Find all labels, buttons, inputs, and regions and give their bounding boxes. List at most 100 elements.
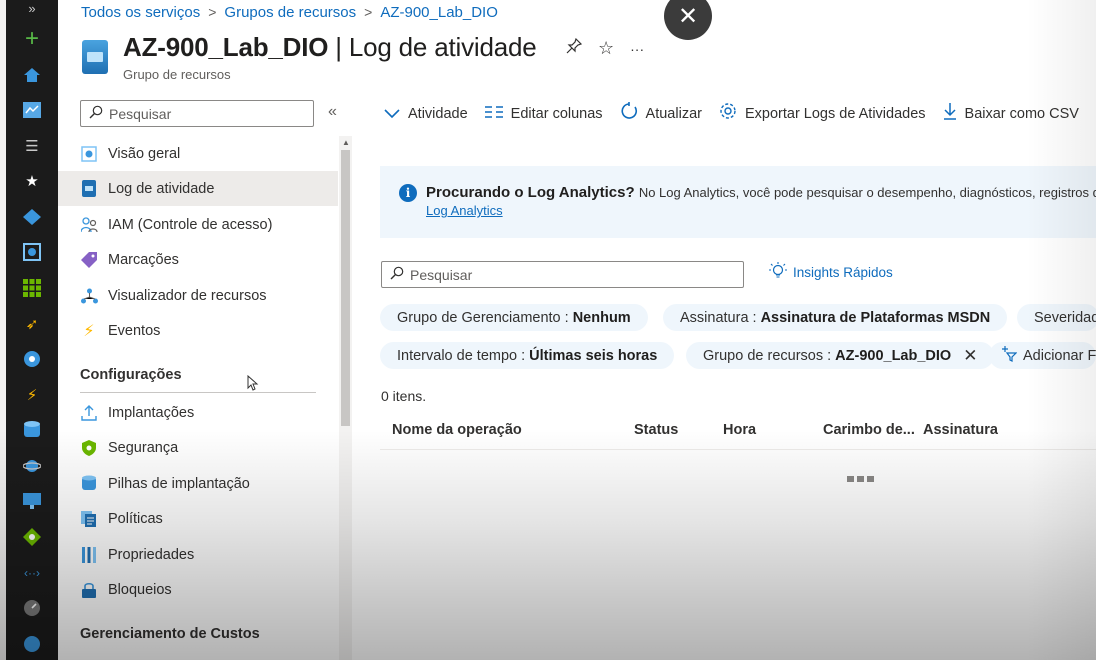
quick-insights-button[interactable]: Insights Rápidos xyxy=(769,262,893,283)
filter-pill-label: Intervalo de tempo : xyxy=(397,347,526,364)
nav-scrollbar[interactable]: ▲ xyxy=(339,136,352,660)
deployment-stacks-icon xyxy=(80,475,98,493)
favorite-star-icon[interactable]: ☆ xyxy=(598,38,614,59)
lightbulb-icon xyxy=(769,262,787,283)
refresh-button[interactable]: Atualizar xyxy=(620,102,702,125)
add-filter-label: Adicionar F xyxy=(1023,347,1096,364)
download-csv-label: Baixar como CSV xyxy=(964,105,1079,122)
sql-database-icon[interactable] xyxy=(20,418,44,442)
column-header-time[interactable]: Hora xyxy=(723,422,756,438)
nav-item-label: Marcações xyxy=(108,251,179,268)
nav-item-deployment-stacks[interactable]: Pilhas de implantação xyxy=(58,466,338,501)
close-icon[interactable]: ✕ xyxy=(664,0,712,40)
filter-pill-severity[interactable]: Severidad xyxy=(1017,304,1096,331)
nav-search-input[interactable]: Pesquisar xyxy=(80,100,314,127)
more-options-icon[interactable]: ··· xyxy=(630,41,644,57)
nav-item-label: Segurança xyxy=(108,439,179,456)
column-header-operation-name[interactable]: Nome da operação xyxy=(392,422,522,438)
download-icon xyxy=(943,102,957,125)
advisor-icon[interactable] xyxy=(20,632,44,656)
cloud-services-icon[interactable] xyxy=(20,454,44,478)
column-header-timestamp[interactable]: Carimbo de... xyxy=(823,422,915,438)
activity-dropdown-button[interactable]: Atividade xyxy=(384,104,468,124)
export-logs-button[interactable]: Exportar Logs de Atividades xyxy=(719,102,926,125)
column-header-subscription[interactable]: Assinatura xyxy=(923,422,998,438)
app-services-icon[interactable] xyxy=(20,240,44,264)
scroll-up-arrow-icon[interactable]: ▲ xyxy=(342,138,350,147)
nav-item-label: Pilhas de implantação xyxy=(108,475,250,492)
load-balancer-icon[interactable] xyxy=(20,525,44,549)
virtual-networks-icon[interactable]: ‹··› xyxy=(20,561,44,585)
nav-item-activity-log[interactable]: Log de atividade xyxy=(58,171,338,206)
remove-filter-close-icon[interactable]: ✕ xyxy=(963,346,977,366)
collapse-menu-icon[interactable]: « xyxy=(328,103,337,121)
all-resources-icon[interactable] xyxy=(20,276,44,300)
home-icon[interactable] xyxy=(20,63,44,87)
filter-pill-value: AZ-900_Lab_DIO xyxy=(835,347,952,364)
nav-search-placeholder: Pesquisar xyxy=(109,105,172,122)
nav-item-events[interactable]: ⚡ Eventos xyxy=(58,313,338,348)
column-header-status[interactable]: Status xyxy=(634,422,678,438)
breadcrumb-link-all-services[interactable]: Todos os serviços xyxy=(81,4,200,21)
quick-insights-label: Insights Rápidos xyxy=(793,265,893,280)
security-icon xyxy=(80,439,98,457)
nav-item-label: Log de atividade xyxy=(108,180,215,197)
filter-pill-time-range[interactable]: Intervalo de tempo : Últimas seis horas xyxy=(380,342,675,369)
nav-item-tags[interactable]: Marcações xyxy=(58,242,338,277)
add-filter-button[interactable]: Adicionar F xyxy=(989,342,1096,369)
iam-icon xyxy=(80,216,98,234)
virtual-machines-icon[interactable] xyxy=(20,489,44,513)
filter-pill-label: Grupo de Gerenciamento : xyxy=(397,309,569,326)
dashboard-icon[interactable] xyxy=(20,98,44,122)
create-resource-icon[interactable]: + xyxy=(20,25,44,52)
resource-groups-icon[interactable] xyxy=(20,205,44,229)
nav-item-locks[interactable]: Bloqueios xyxy=(58,572,338,607)
nav-item-overview[interactable]: Visão geral xyxy=(58,136,338,171)
resource-group-icon xyxy=(82,40,108,74)
filter-pill-value: Assinatura de Plataformas MSDN xyxy=(760,309,991,326)
expand-menu-icon[interactable]: » xyxy=(20,0,44,20)
page-title-name: AZ-900_Lab_DIO xyxy=(123,32,329,62)
all-services-icon[interactable]: ☰ xyxy=(20,134,44,158)
filter-pill-value: Últimas seis horas xyxy=(529,347,658,364)
nav-item-resource-visualizer[interactable]: Visualizador de recursos xyxy=(58,278,338,313)
gear-icon xyxy=(719,102,737,125)
nav-item-policies[interactable]: Políticas xyxy=(58,501,338,536)
cosmos-db-icon[interactable] xyxy=(20,347,44,371)
nav-section-configuracoes: Configurações xyxy=(80,367,182,383)
monitor-icon[interactable] xyxy=(20,596,44,620)
pin-icon[interactable] xyxy=(566,37,583,59)
scrollbar-thumb[interactable] xyxy=(341,150,350,426)
favorites-icon[interactable]: ★ xyxy=(20,169,44,193)
add-filter-icon xyxy=(1001,345,1018,366)
function-app-icon[interactable]: ⚡ xyxy=(20,383,44,407)
filter-pill-label: Severidad xyxy=(1034,309,1096,326)
nav-item-security[interactable]: Segurança xyxy=(58,430,338,465)
log-analytics-info-banner: i Procurando o Log Analytics? No Log Ana… xyxy=(380,166,1096,238)
filter-pill-subscription[interactable]: Assinatura : Assinatura de Plataformas MS… xyxy=(663,304,1008,331)
breadcrumb-link-resource-group[interactable]: AZ-900_Lab_DIO xyxy=(380,4,498,21)
filter-pill-management-group[interactable]: Grupo de Gerenciamento : Nenhum xyxy=(380,304,648,331)
log-analytics-link[interactable]: Log Analytics xyxy=(426,203,1096,218)
activity-search-input[interactable]: Pesquisar xyxy=(381,261,744,288)
nav-divider xyxy=(80,392,316,393)
nav-item-iam[interactable]: IAM (Controle de acesso) xyxy=(58,207,338,242)
breadcrumb: Todos os serviços > Grupos de recursos >… xyxy=(81,2,498,22)
banner-text: Procurando o Log Analytics? No Log Analy… xyxy=(426,184,1096,201)
overview-icon xyxy=(80,145,98,163)
refresh-icon xyxy=(620,102,638,125)
edit-columns-button[interactable]: Editar colunas xyxy=(484,104,603,124)
chevron-down-icon xyxy=(384,104,400,124)
breadcrumb-link-resource-groups[interactable]: Grupos de recursos xyxy=(224,4,356,21)
nav-item-label: Eventos xyxy=(108,322,161,339)
quickstart-icon[interactable]: ➶ xyxy=(20,312,44,336)
nav-section-cost-management: Gerenciamento de Custos xyxy=(80,626,260,642)
nav-item-properties[interactable]: Propriedades xyxy=(58,537,338,572)
nav-item-deployments[interactable]: Implantações xyxy=(58,395,338,430)
page-title-section: | Log de atividade xyxy=(328,32,537,62)
filter-pill-label: Grupo de recursos : xyxy=(703,347,832,364)
filter-pill-resource-group[interactable]: Grupo de recursos : AZ-900_Lab_DIO ✕ xyxy=(686,342,995,369)
download-csv-button[interactable]: Baixar como CSV xyxy=(943,102,1079,125)
nav-item-label: Propriedades xyxy=(108,546,195,563)
nav-item-label: Visualizador de recursos xyxy=(108,287,267,304)
